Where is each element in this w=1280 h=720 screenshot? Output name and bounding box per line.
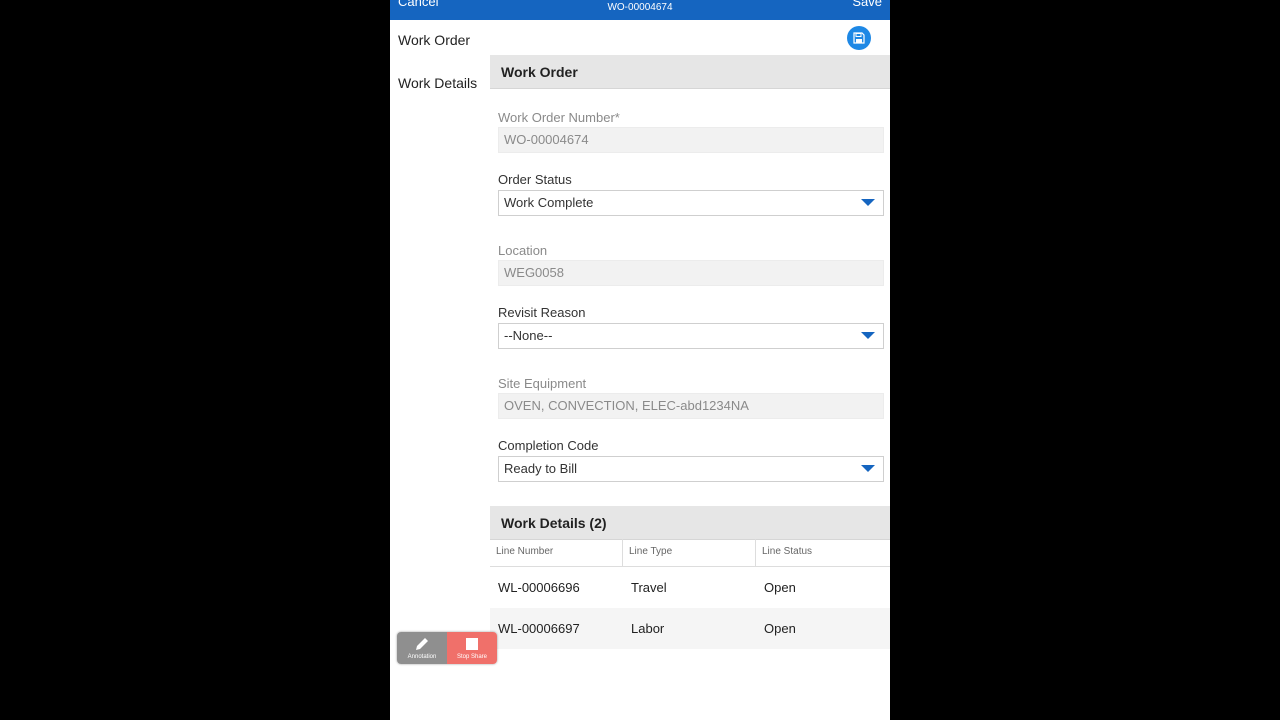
line-status-cell: Open: [764, 580, 796, 595]
annotation-label: Annotation: [407, 654, 437, 660]
column-header-line-status[interactable]: Line Status: [756, 539, 890, 567]
line-type-cell: Travel: [631, 580, 667, 595]
work-order-number-label: Work Order Number*: [498, 110, 620, 125]
page-title: WO-00004674: [607, 2, 673, 13]
stop-share-label: Stop Share: [456, 654, 488, 660]
save-button[interactable]: Save: [852, 0, 882, 9]
stop-square-icon: [466, 638, 478, 650]
work-details-section-header: Work Details (2): [490, 506, 890, 540]
pencil-icon: [416, 638, 428, 650]
save-icon-button[interactable]: [847, 26, 871, 50]
order-status-label: Order Status: [498, 172, 572, 187]
table-row[interactable]: WL-00006696 Travel Open: [490, 567, 890, 608]
table-row[interactable]: WL-00006697 Labor Open: [490, 608, 890, 649]
app-screen: Cancel WO-00004674 Save Work Order Work …: [390, 0, 890, 720]
work-order-number-field: WO-00004674: [498, 127, 884, 153]
completion-code-label: Completion Code: [498, 438, 599, 453]
column-header-line-type[interactable]: Line Type: [623, 539, 756, 567]
work-details-table-header: Line Number Line Type Line Status: [490, 539, 890, 567]
annotation-button[interactable]: Annotation: [397, 632, 447, 664]
line-status-cell: Open: [764, 621, 796, 636]
site-equipment-label: Site Equipment: [498, 376, 587, 391]
line-type-cell: Labor: [631, 621, 665, 636]
caret-down-icon: [861, 465, 875, 472]
caret-down-icon: [861, 332, 875, 339]
line-number-cell: WL-00006697: [498, 621, 580, 636]
top-bar: Cancel WO-00004674 Save: [390, 0, 890, 20]
revisit-reason-value: --None--: [504, 328, 553, 343]
work-order-section-header: Work Order: [490, 55, 890, 89]
order-status-value: Work Complete: [504, 195, 594, 210]
location-label: Location: [498, 243, 548, 258]
stop-share-button[interactable]: Stop Share: [447, 632, 497, 664]
completion-code-select[interactable]: Ready to Bill: [498, 456, 884, 482]
screen-share-toolbar: Annotation Stop Share: [397, 632, 497, 664]
floppy-disk-icon: [853, 32, 865, 44]
sidebar-item-work-order[interactable]: Work Order: [398, 32, 470, 48]
revisit-reason-select[interactable]: --None--: [498, 323, 884, 349]
completion-code-value: Ready to Bill: [504, 461, 577, 476]
site-equipment-field: OVEN, CONVECTION, ELEC-abd1234NA: [498, 393, 884, 419]
column-header-line-number[interactable]: Line Number: [490, 539, 623, 567]
caret-down-icon: [861, 199, 875, 206]
sidebar-item-work-details[interactable]: Work Details: [398, 75, 477, 91]
line-number-cell: WL-00006696: [498, 580, 580, 595]
revisit-reason-label: Revisit Reason: [498, 305, 586, 320]
location-field: WEG0058: [498, 260, 884, 286]
order-status-select[interactable]: Work Complete: [498, 190, 884, 216]
